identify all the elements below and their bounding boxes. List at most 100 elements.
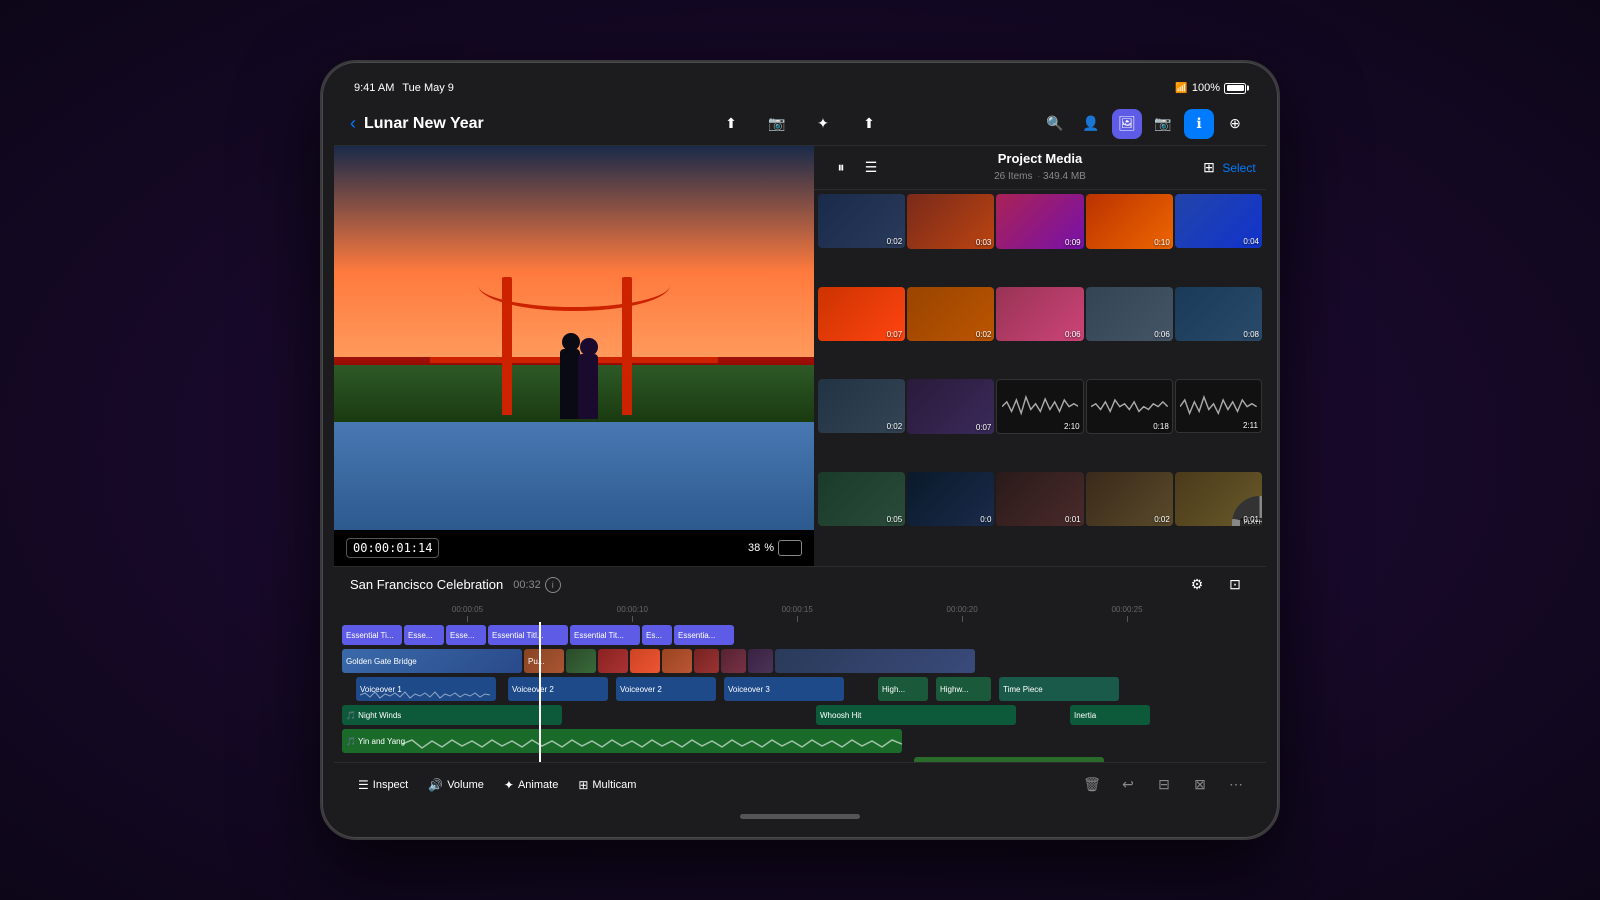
video-clip-main[interactable]: Golden Gate Bridge <box>342 649 522 673</box>
media-thumb[interactable]: 0:07 <box>907 379 994 434</box>
volume-button[interactable]: 🔊 Volume <box>420 774 492 796</box>
inspect-button[interactable]: ☰ Inspect <box>350 774 416 796</box>
nav-left: ‹ Lunar New Year <box>350 113 650 134</box>
inertia-clip-2[interactable]: Inertia <box>914 757 1104 762</box>
title-clip[interactable]: Es... <box>642 625 672 645</box>
more-button[interactable]: ⊕ <box>1220 109 1250 139</box>
title-clip[interactable]: Esse... <box>404 625 444 645</box>
media-thumb[interactable]: 0:03 <box>907 194 994 249</box>
person-2 <box>578 354 598 419</box>
title-clip[interactable]: Essential Tit... <box>570 625 640 645</box>
media-thumb[interactable]: 0:08 <box>1175 287 1262 341</box>
thumb-duration: 0:03 <box>976 238 992 247</box>
people-button[interactable]: 👤 <box>1076 109 1106 139</box>
voiceover-label: Voiceover 2 <box>620 685 662 694</box>
video-clip[interactable] <box>748 649 773 673</box>
select-button[interactable]: Select <box>1224 153 1254 183</box>
media-thumb[interactable]: 0:02 <box>1086 472 1173 527</box>
media-thumb[interactable]: 0:0 <box>907 472 994 527</box>
home-bar[interactable] <box>740 814 860 819</box>
media-thumb[interactable]: 0:06 <box>996 287 1083 342</box>
video-clip[interactable]: Pu... <box>524 649 564 673</box>
multicam-icon: ⊞ <box>578 778 588 792</box>
media-thumb[interactable]: 0:05 <box>818 472 905 526</box>
video-clip[interactable] <box>721 649 746 673</box>
title-clip[interactable]: Essentia... <box>674 625 734 645</box>
ruler-mark-3: 00:00:15 <box>782 605 813 622</box>
media-thumb[interactable]: 0:18 <box>1086 379 1173 434</box>
video-clip[interactable] <box>598 649 628 673</box>
camera2-button[interactable]: 📷 <box>1148 109 1178 139</box>
inertia-clip-1[interactable]: Inertia <box>1070 705 1150 725</box>
magic-button[interactable]: ✦ <box>808 109 838 139</box>
music-waveform <box>402 738 902 750</box>
media-thumb[interactable]: 0:07 <box>818 287 905 341</box>
timeline-tracks: Essential Ti... Esse... Esse... Essentia… <box>334 622 1266 762</box>
media-thumb[interactable]: 0:02 <box>818 194 905 248</box>
title-clip[interactable]: Esse... <box>446 625 486 645</box>
title-clip[interactable]: Essential Ti... <box>342 625 402 645</box>
info-button[interactable]: ℹ <box>1184 109 1214 139</box>
split-button[interactable]: ⊟ <box>1150 771 1178 799</box>
video-clip[interactable] <box>566 649 596 673</box>
high-clip-2[interactable]: Highw... <box>936 677 991 701</box>
high-clip-1[interactable]: High... <box>878 677 928 701</box>
photos-button[interactable]: 🖼 <box>1112 109 1142 139</box>
media-thumb[interactable]: 0:09 <box>996 194 1083 249</box>
ruler-mark-1: 00:00:05 <box>452 605 483 622</box>
media-thumb[interactable]: PLAYHEAD × 0:01 <box>1175 472 1262 526</box>
timeline-info-button[interactable]: i <box>545 577 561 593</box>
media-thumb[interactable]: 0:06 <box>1086 287 1173 342</box>
time-piece-clip[interactable]: Time Piece <box>999 677 1119 701</box>
library-button[interactable]: ☰ <box>856 153 886 183</box>
bottom-right-tools: 🗑 ↩ ⊟ ⊠ ⋯ <box>1078 771 1250 799</box>
undo-button[interactable]: ↩ <box>1114 771 1142 799</box>
voiceover-clip-1[interactable]: Voiceover 1 <box>356 677 496 701</box>
thumb-duration: 0:01 <box>1243 515 1259 524</box>
camera-button[interactable]: 📷 <box>762 109 792 139</box>
zoom-box-icon[interactable] <box>778 540 802 556</box>
voiceover-clip-3[interactable]: Voiceover 3 <box>724 677 844 701</box>
media-title-text: Project Media <box>886 151 1194 166</box>
couple-silhouette <box>550 339 610 419</box>
delete-button[interactable]: 🗑 <box>1078 771 1106 799</box>
timeline-settings-button[interactable]: ⚙ <box>1182 570 1212 600</box>
multicam-button[interactable]: ⊞ Multicam <box>570 774 644 796</box>
thumb-duration: 0:06 <box>1154 330 1170 339</box>
media-thumb[interactable]: 2:10 <box>996 379 1083 434</box>
media-thumb[interactable]: 2:11 <box>1175 379 1262 433</box>
animate-label: Animate <box>518 779 558 791</box>
volume-label: Volume <box>447 779 484 791</box>
video-clip[interactable] <box>630 649 660 673</box>
pause-button[interactable]: ⏸ <box>826 153 856 183</box>
whoosh-clip[interactable]: Whoosh Hit <box>816 705 1016 725</box>
voiceover-clip-2a[interactable]: Voiceover 2 <box>508 677 608 701</box>
export-button[interactable]: ⬆ <box>854 109 884 139</box>
animate-button[interactable]: ✦ Animate <box>496 774 566 796</box>
media-thumb[interactable]: 0:10 <box>1086 194 1173 249</box>
yin-yang-clip[interactable]: 🎵 Yin and Yang <box>342 729 902 753</box>
video-clip[interactable] <box>775 649 975 673</box>
trim-button[interactable]: ⊠ <box>1186 771 1214 799</box>
home-indicator <box>334 806 1266 826</box>
media-thumb[interactable]: 0:04 <box>1175 194 1262 248</box>
more-options-button[interactable]: ⋯ <box>1222 771 1250 799</box>
media-thumb[interactable]: 0:01 <box>996 472 1083 527</box>
share-button[interactable]: ⬆ <box>716 109 746 139</box>
media-thumb[interactable]: 0:02 <box>907 287 994 342</box>
video-clip[interactable] <box>694 649 719 673</box>
video-clip[interactable] <box>662 649 692 673</box>
search-button[interactable]: 🔍 <box>1040 109 1070 139</box>
status-bar: 9:41 AM Tue May 9 📶 100% <box>334 74 1266 102</box>
media-thumb[interactable]: 0:02 <box>818 379 905 433</box>
back-button[interactable]: ‹ <box>350 113 356 134</box>
voiceover-clip-2b[interactable]: Voiceover 2 <box>616 677 716 701</box>
night-winds-clip[interactable]: 🎵 Night Winds <box>342 705 562 725</box>
ipad-device: 9:41 AM Tue May 9 📶 100% ‹ Lunar New Yea… <box>320 60 1280 840</box>
grid-view-button[interactable]: ⊞ <box>1194 153 1224 183</box>
timeline-layout-button[interactable]: ⊡ <box>1220 570 1250 600</box>
thumb-duration: 2:10 <box>1064 422 1080 431</box>
voiceover-label: Voiceover 2 <box>512 685 554 694</box>
sfx-track-row-1: 🎵 Night Winds Whoosh Hit Inertia <box>342 704 1258 726</box>
title-clip[interactable]: Essential Titl... <box>488 625 568 645</box>
